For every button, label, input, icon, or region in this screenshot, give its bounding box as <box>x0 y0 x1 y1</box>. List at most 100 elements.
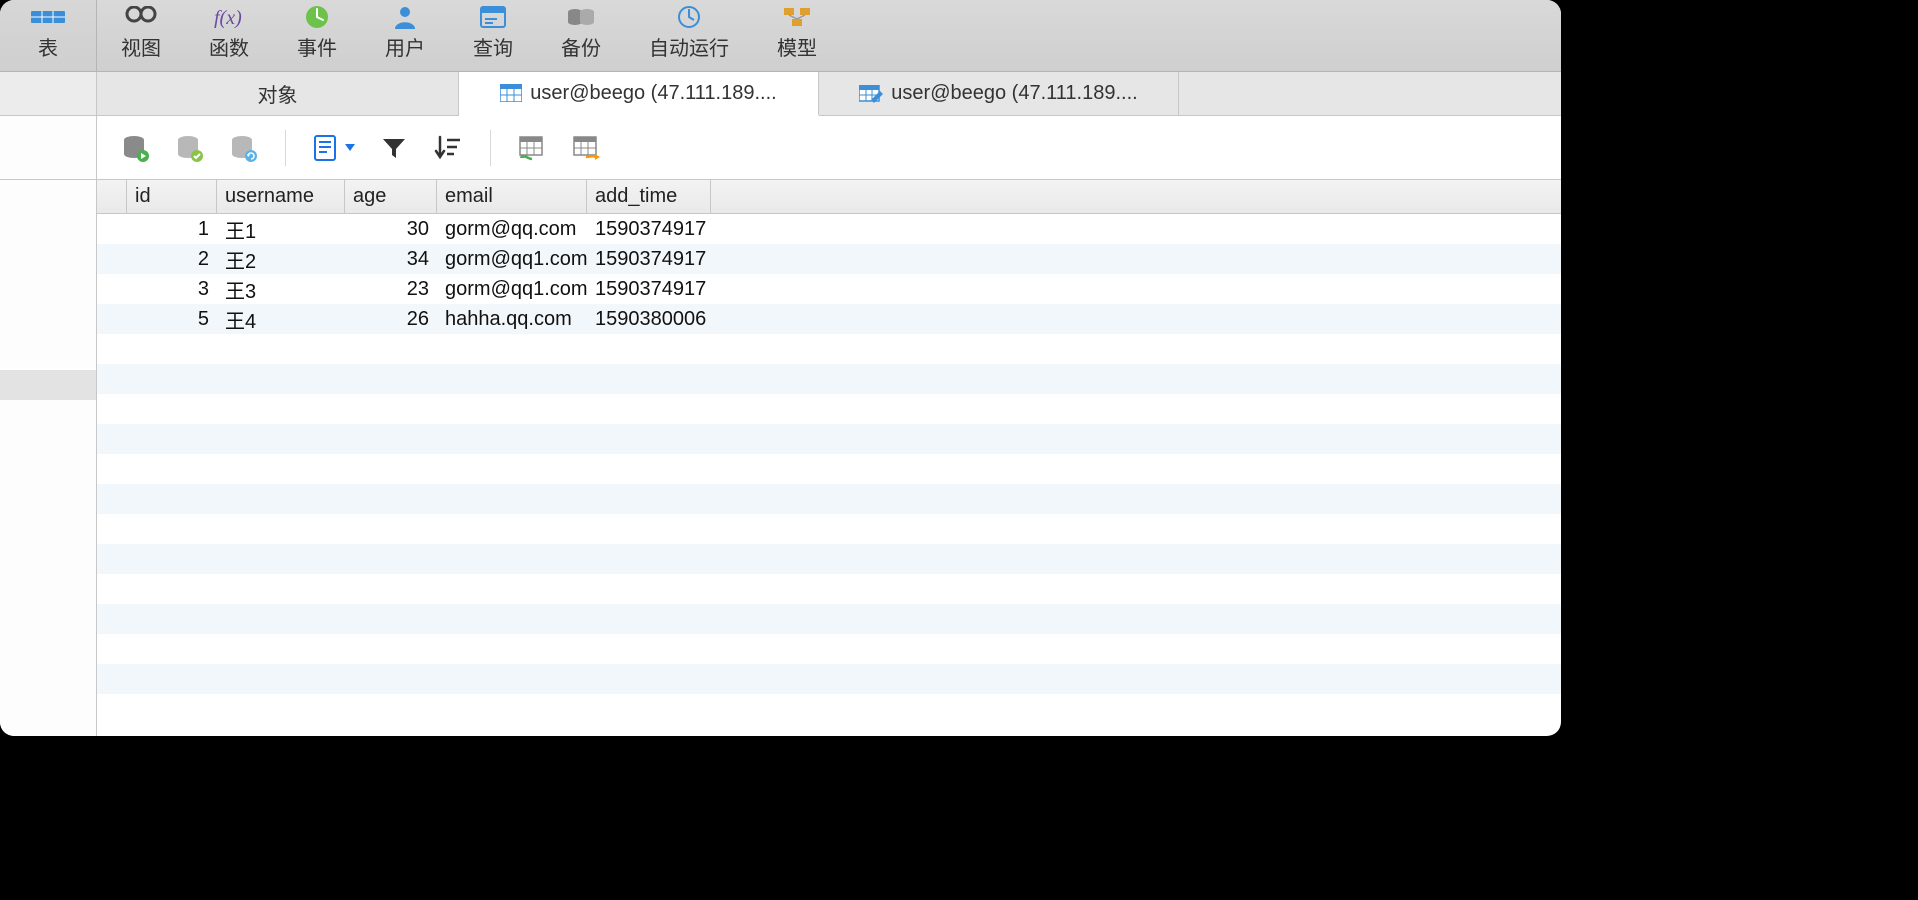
table-row[interactable] <box>97 604 1561 634</box>
query-icon <box>476 4 510 30</box>
cell-age[interactable]: 23 <box>345 278 437 301</box>
grid-header: id username age email add_time <box>97 180 1561 214</box>
toolbar-label: 查询 <box>473 32 513 61</box>
toolbar-item-query[interactable]: 查询 <box>449 0 537 71</box>
toolbar-item-user[interactable]: 用户 <box>361 0 449 71</box>
model-icon <box>780 4 814 30</box>
toolbar-label: 备份 <box>561 32 601 61</box>
table-row[interactable] <box>97 334 1561 364</box>
autorun-icon <box>672 4 706 30</box>
column-header-spacer <box>711 180 1561 213</box>
grid-actionbar <box>0 116 1561 180</box>
table-row[interactable] <box>97 364 1561 394</box>
table-row[interactable] <box>97 394 1561 424</box>
toolbar-item-backup[interactable]: 备份 <box>537 0 625 71</box>
cell-id[interactable]: 1 <box>127 218 217 241</box>
toolbar-item-model[interactable]: 模型 <box>753 0 841 71</box>
cell-age[interactable]: 26 <box>345 308 437 331</box>
view-icon <box>124 4 158 30</box>
table-row[interactable] <box>97 574 1561 604</box>
tab-label: 对象 <box>258 79 298 108</box>
cell-username[interactable]: 王2 <box>217 245 345 274</box>
toolbar-item-function[interactable]: f(x) 函数 <box>185 0 273 71</box>
cell-email[interactable]: gorm@qq1.com <box>437 248 587 271</box>
tab-user-beego-2[interactable]: user@beego (47.111.189.... <box>819 72 1179 115</box>
table-icon <box>31 4 65 30</box>
table-row[interactable] <box>97 514 1561 544</box>
table-row[interactable]: 1王130gorm@qq.com1590374917 <box>97 214 1561 244</box>
tab-objects[interactable]: 对象 <box>97 72 459 115</box>
cell-add-time[interactable]: 1590374917 <box>587 218 711 241</box>
cell-email[interactable]: gorm@qq1.com <box>437 278 587 301</box>
col-label: username <box>225 185 314 208</box>
cell-username[interactable]: 王4 <box>217 305 345 334</box>
table-edit-icon <box>859 85 883 103</box>
event-icon <box>300 4 334 30</box>
separator <box>490 130 491 166</box>
tab-label: user@beego (47.111.189.... <box>891 82 1137 105</box>
column-header-add-time[interactable]: add_time <box>587 180 711 213</box>
grid-body: 1王130gorm@qq.com15903749172王234gorm@qq1.… <box>97 214 1561 694</box>
table-row[interactable] <box>97 454 1561 484</box>
cell-add-time[interactable]: 1590374917 <box>587 278 711 301</box>
cell-username[interactable]: 王1 <box>217 215 345 244</box>
col-label: age <box>353 185 386 208</box>
column-header-email[interactable]: email <box>437 180 587 213</box>
commit-button[interactable] <box>173 132 205 164</box>
col-label: email <box>445 185 493 208</box>
cell-id[interactable]: 2 <box>127 248 217 271</box>
cell-id[interactable]: 5 <box>127 308 217 331</box>
cell-age[interactable]: 34 <box>345 248 437 271</box>
sort-button[interactable] <box>432 132 464 164</box>
column-header-age[interactable]: age <box>345 180 437 213</box>
table-row[interactable]: 5王426hahha.qq.com1590380006 <box>97 304 1561 334</box>
table-row[interactable] <box>97 424 1561 454</box>
filter-button[interactable] <box>378 132 410 164</box>
col-label: id <box>135 185 151 208</box>
toolbar-label: 视图 <box>121 32 161 61</box>
table-row[interactable] <box>97 484 1561 514</box>
data-grid[interactable]: id username age email add_time 1王130gorm… <box>97 180 1561 736</box>
cell-email[interactable]: gorm@qq.com <box>437 218 587 241</box>
separator <box>285 130 286 166</box>
backup-icon <box>564 4 598 30</box>
table-row[interactable]: 3王323gorm@qq1.com1590374917 <box>97 274 1561 304</box>
cell-username[interactable]: 王3 <box>217 275 345 304</box>
table-row[interactable] <box>97 664 1561 694</box>
main-area: id username age email add_time 1王130gorm… <box>0 180 1561 736</box>
export-button[interactable] <box>571 132 603 164</box>
column-header-id[interactable]: id <box>127 180 217 213</box>
toolbar-item-table-truncated[interactable]: 表 <box>0 0 97 71</box>
toolbar-item-event[interactable]: 事件 <box>273 0 361 71</box>
svg-text:f(x): f(x) <box>214 7 242 28</box>
toolbar-label: 用户 <box>385 32 425 61</box>
run-query-button[interactable] <box>119 132 151 164</box>
left-sidebar[interactable] <box>0 180 97 736</box>
cell-id[interactable]: 3 <box>127 278 217 301</box>
toolbar-item-autorun[interactable]: 自动运行 <box>625 0 753 71</box>
tab-user-beego-1[interactable]: user@beego (47.111.189.... <box>459 72 819 116</box>
tab-strip: 对象 user@beego (47.111.189.... user@beego… <box>0 72 1561 116</box>
table-row[interactable] <box>97 634 1561 664</box>
user-icon <box>388 4 422 30</box>
column-header-username[interactable]: username <box>217 180 345 213</box>
function-icon: f(x) <box>212 4 246 30</box>
table-icon <box>500 84 522 102</box>
row-handle-header[interactable] <box>97 180 127 213</box>
refresh-button[interactable] <box>227 132 259 164</box>
toolbar-label: 函数 <box>209 32 249 61</box>
toolbar-item-view[interactable]: 视图 <box>97 0 185 71</box>
import-button[interactable] <box>517 132 549 164</box>
sidebar-spacer <box>0 116 97 179</box>
table-row[interactable]: 2王234gorm@qq1.com1590374917 <box>97 244 1561 274</box>
text-view-button[interactable] <box>312 132 356 164</box>
cell-add-time[interactable]: 1590380006 <box>587 308 711 331</box>
main-toolbar: 表 视图 f(x) 函数 事件 用户 查询 备份 <box>0 0 1561 72</box>
toolbar-label: 表 <box>38 32 58 61</box>
cell-email[interactable]: hahha.qq.com <box>437 308 587 331</box>
cell-age[interactable]: 30 <box>345 218 437 241</box>
app-window: { "topbar": { "truncated_first": "表", "i… <box>0 0 1561 736</box>
cell-add-time[interactable]: 1590374917 <box>587 248 711 271</box>
table-row[interactable] <box>97 544 1561 574</box>
toolbar-label: 自动运行 <box>649 32 729 61</box>
